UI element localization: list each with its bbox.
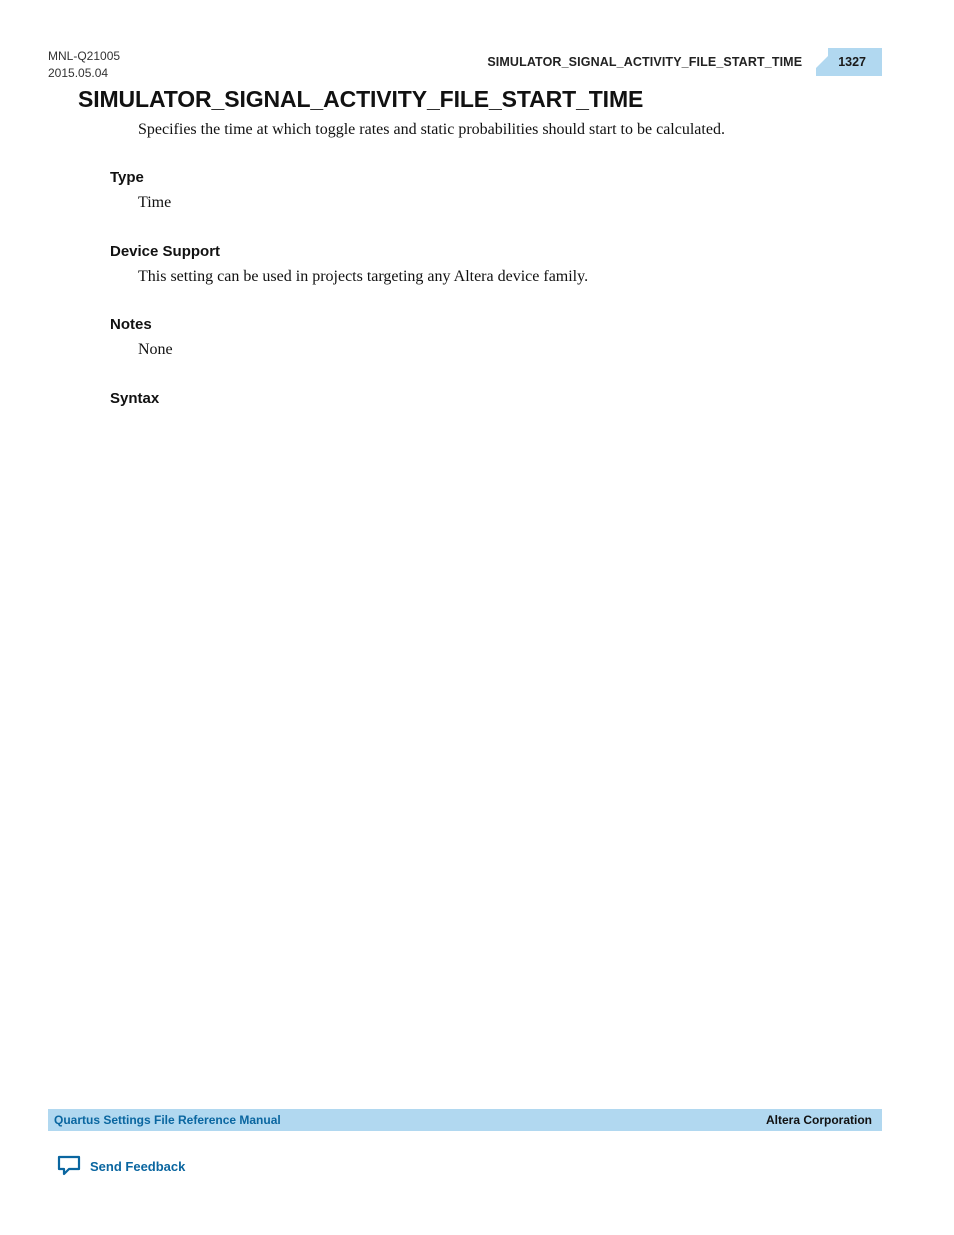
doc-date: 2015.05.04 (48, 65, 120, 82)
page-title: SIMULATOR_SIGNAL_ACTIVITY_FILE_START_TIM… (78, 86, 882, 113)
intro-paragraph: Specifies the time at which toggle rates… (138, 119, 882, 141)
footer-manual-title[interactable]: Quartus Settings File Reference Manual (54, 1113, 281, 1127)
doc-id: MNL-Q21005 (48, 48, 120, 65)
footer-bar: Quartus Settings File Reference Manual A… (48, 1109, 882, 1131)
section-heading-type: Type (110, 169, 882, 186)
page-content: SIMULATOR_SIGNAL_ACTIVITY_FILE_START_TIM… (78, 86, 882, 435)
section-heading-syntax: Syntax (110, 390, 882, 407)
page-number-badge: 1327 (816, 48, 882, 76)
footer-company: Altera Corporation (766, 1113, 872, 1127)
section-heading-notes: Notes (110, 316, 882, 333)
header-right: SIMULATOR_SIGNAL_ACTIVITY_FILE_START_TIM… (487, 48, 882, 76)
page-header: MNL-Q21005 2015.05.04 SIMULATOR_SIGNAL_A… (48, 48, 882, 82)
feedback-label[interactable]: Send Feedback (90, 1159, 185, 1174)
section-body-notes: None (138, 339, 882, 361)
section-heading-device-support: Device Support (110, 243, 882, 260)
doc-meta: MNL-Q21005 2015.05.04 (48, 48, 120, 82)
send-feedback[interactable]: Send Feedback (56, 1154, 185, 1179)
feedback-icon (56, 1154, 82, 1179)
section-body-type: Time (138, 192, 882, 214)
running-title: SIMULATOR_SIGNAL_ACTIVITY_FILE_START_TIM… (487, 55, 816, 69)
section-body-device-support: This setting can be used in projects tar… (138, 266, 882, 288)
